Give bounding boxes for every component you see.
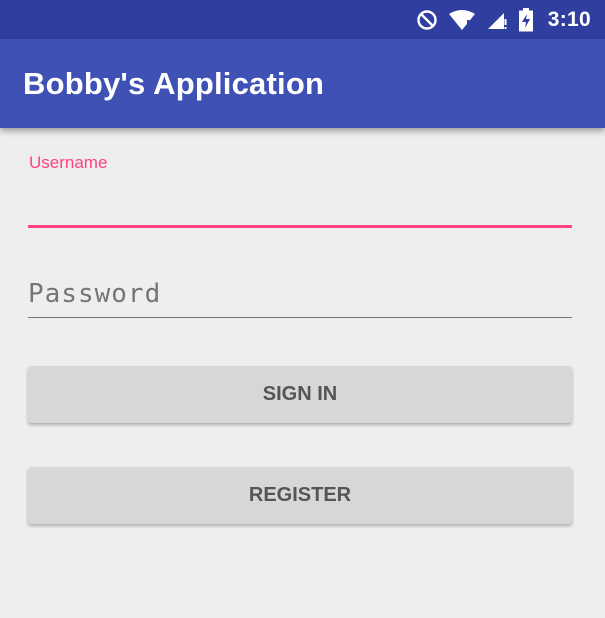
app-bar: Bobby's Application	[0, 39, 605, 128]
username-input[interactable]	[28, 178, 572, 228]
do-not-disturb-icon	[416, 9, 438, 31]
status-time: 3:10	[547, 7, 591, 31]
cell-signal-icon	[486, 9, 508, 31]
sign-in-button[interactable]: SIGN IN	[28, 366, 572, 423]
status-bar: 3:10	[0, 0, 605, 39]
password-input[interactable]	[28, 270, 572, 318]
battery-charging-icon	[518, 7, 534, 32]
app-title: Bobby's Application	[23, 65, 325, 101]
username-label: Username	[29, 153, 108, 172]
wifi-icon	[448, 9, 476, 31]
register-button[interactable]: REGISTER	[28, 467, 572, 524]
